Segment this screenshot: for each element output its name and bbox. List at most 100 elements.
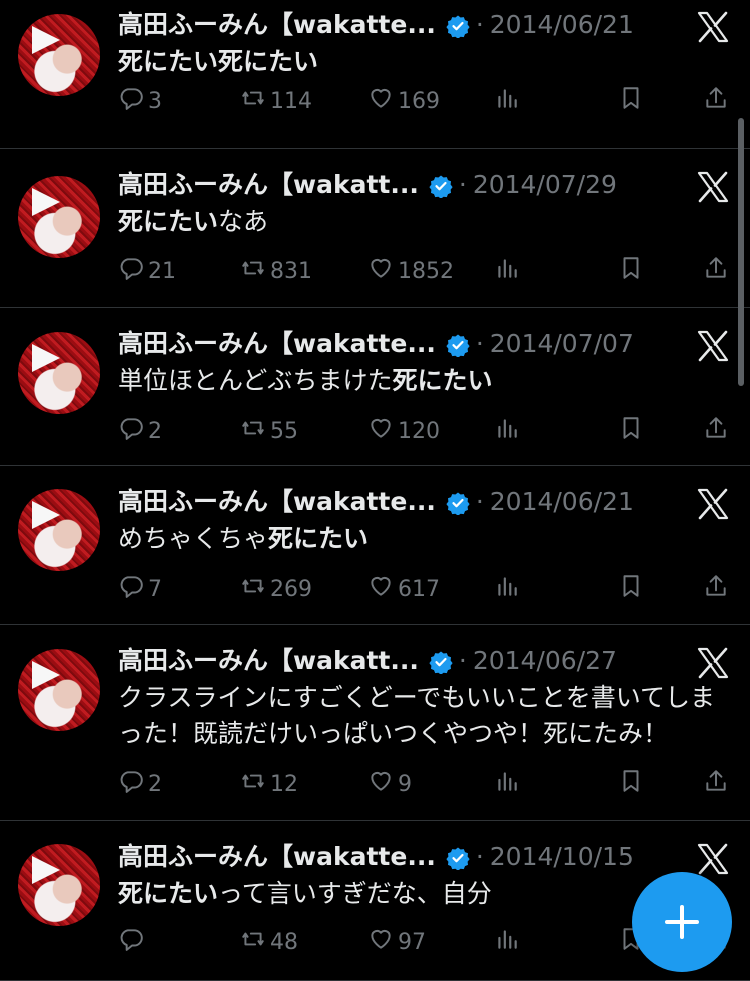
- reply-icon: [118, 255, 144, 287]
- tweet[interactable]: 高田ふーみん【wakatte... · 2014/06/21 死にたい死にたい …: [0, 0, 750, 149]
- tweet-date[interactable]: 2014/07/29: [473, 168, 617, 202]
- like-icon: [368, 415, 394, 447]
- retweet-button[interactable]: 12: [240, 768, 298, 800]
- tweet-date[interactable]: 2014/07/07: [490, 327, 634, 361]
- retweet-count: 269: [270, 576, 312, 602]
- verified-badge-icon: [429, 173, 453, 199]
- tweet-date[interactable]: 2014/06/27: [473, 644, 617, 678]
- tweet-text: めちゃくちゃ死にたい: [118, 521, 728, 557]
- tweet-text-highlight: 死にたい: [392, 366, 493, 395]
- share-button[interactable]: [703, 415, 729, 447]
- tweet-text-segment: クラスラインにすごくどーでもいいことを書いてしまった！既読だけいっぱいつくやつや…: [118, 683, 716, 748]
- like-icon: [368, 573, 394, 605]
- author-name[interactable]: 高田ふーみん【wakatt...: [118, 644, 419, 678]
- retweet-count: 48: [270, 929, 298, 955]
- tweet-actions: 2 12 9: [118, 768, 728, 800]
- reply-button[interactable]: [118, 926, 148, 958]
- tweet-actions: 2 55 120: [118, 415, 728, 447]
- like-icon: [368, 85, 394, 117]
- tweet[interactable]: 高田ふーみん【wakatt... · 2014/06/27 クラスラインにすごく…: [0, 624, 750, 821]
- like-button[interactable]: 617: [368, 573, 440, 605]
- author-name[interactable]: 高田ふーみん【wakatte...: [118, 485, 436, 519]
- share-button[interactable]: [703, 768, 729, 800]
- retweet-button[interactable]: 831: [240, 255, 312, 287]
- share-button[interactable]: [703, 573, 729, 605]
- compose-button[interactable]: [632, 872, 732, 972]
- separator: ·: [458, 646, 467, 675]
- retweet-button[interactable]: 269: [240, 573, 312, 605]
- reply-count: 2: [148, 771, 162, 797]
- views-button[interactable]: [494, 768, 520, 800]
- share-button[interactable]: [703, 255, 729, 287]
- views-icon: [494, 85, 520, 117]
- retweet-icon: [240, 415, 266, 447]
- avatar[interactable]: [18, 489, 100, 571]
- reply-count: 3: [148, 88, 162, 114]
- like-button[interactable]: 9: [368, 768, 412, 800]
- retweet-button[interactable]: 55: [240, 415, 298, 447]
- tweet-date[interactable]: 2014/06/21: [490, 8, 634, 42]
- tweet[interactable]: 高田ふーみん【wakatte... · 2014/07/07 単位ほとんどぶちま…: [0, 307, 750, 466]
- like-button[interactable]: 97: [368, 926, 426, 958]
- scrollbar[interactable]: [738, 118, 744, 386]
- like-button[interactable]: 1852: [368, 255, 454, 287]
- tweet-date[interactable]: 2014/06/21: [490, 485, 634, 519]
- tweet-text: クラスラインにすごくどーでもいいことを書いてしまった！既読だけいっぱいつくやつや…: [118, 680, 728, 752]
- retweet-icon: [240, 255, 266, 287]
- like-icon: [368, 768, 394, 800]
- reply-button[interactable]: 21: [118, 255, 176, 287]
- avatar[interactable]: [18, 176, 100, 258]
- bookmark-button[interactable]: [618, 85, 644, 117]
- tweet-header: 高田ふーみん【wakatt... · 2014/07/29: [118, 168, 617, 202]
- verified-badge-icon: [446, 845, 470, 871]
- views-button[interactable]: [494, 415, 520, 447]
- like-button[interactable]: 120: [368, 415, 440, 447]
- bookmark-button[interactable]: [618, 255, 644, 287]
- tweet-text-highlight: 死にたい: [118, 879, 219, 908]
- tweet-header: 高田ふーみん【wakatte... · 2014/10/15: [118, 840, 634, 874]
- retweet-button[interactable]: 48: [240, 926, 298, 958]
- bookmark-button[interactable]: [618, 415, 644, 447]
- author-name[interactable]: 高田ふーみん【wakatte...: [118, 840, 436, 874]
- tweet-text-segment: なあ: [218, 207, 269, 236]
- tweet[interactable]: 高田ふーみん【wakatte... · 2014/06/21 めちゃくちゃ死にた…: [0, 465, 750, 625]
- author-name[interactable]: 高田ふーみん【wakatt...: [118, 168, 419, 202]
- avatar[interactable]: [18, 332, 100, 414]
- tweet-actions: 7 269 617: [118, 573, 728, 605]
- tweet[interactable]: 高田ふーみん【wakatt... · 2014/07/29 死にたいなあ 21 …: [0, 148, 750, 308]
- tweet-date[interactable]: 2014/10/15: [490, 840, 634, 874]
- verified-badge-icon: [446, 332, 470, 358]
- like-button[interactable]: 169: [368, 85, 440, 117]
- tweet-text-highlight: 死にたい死にたい: [118, 47, 319, 76]
- views-button[interactable]: [494, 255, 520, 287]
- reply-icon: [118, 926, 144, 958]
- avatar[interactable]: [18, 14, 100, 96]
- views-button[interactable]: [494, 573, 520, 605]
- share-icon: [703, 573, 729, 605]
- tweet-text: 死にたい死にたい: [118, 44, 728, 80]
- reply-button[interactable]: 3: [118, 85, 162, 117]
- separator: ·: [475, 842, 484, 871]
- author-name[interactable]: 高田ふーみん【wakatte...: [118, 8, 436, 42]
- views-button[interactable]: [494, 85, 520, 117]
- share-button[interactable]: [703, 85, 729, 117]
- bookmark-button[interactable]: [618, 768, 644, 800]
- reply-button[interactable]: 7: [118, 573, 162, 605]
- views-icon: [494, 255, 520, 287]
- like-count: 617: [398, 576, 440, 602]
- bookmark-icon: [618, 85, 644, 117]
- tweet-text-highlight: 死にたい: [268, 524, 369, 553]
- views-button[interactable]: [494, 926, 520, 958]
- retweet-button[interactable]: 114: [240, 85, 312, 117]
- reply-count: 7: [148, 576, 162, 602]
- x-logo-icon: [696, 487, 730, 521]
- reply-button[interactable]: 2: [118, 768, 162, 800]
- avatar[interactable]: [18, 649, 100, 731]
- views-icon: [494, 926, 520, 958]
- bookmark-button[interactable]: [618, 573, 644, 605]
- x-logo-icon: [696, 329, 730, 363]
- author-name[interactable]: 高田ふーみん【wakatte...: [118, 327, 436, 361]
- reply-button[interactable]: 2: [118, 415, 162, 447]
- avatar[interactable]: [18, 844, 100, 926]
- retweet-count: 12: [270, 771, 298, 797]
